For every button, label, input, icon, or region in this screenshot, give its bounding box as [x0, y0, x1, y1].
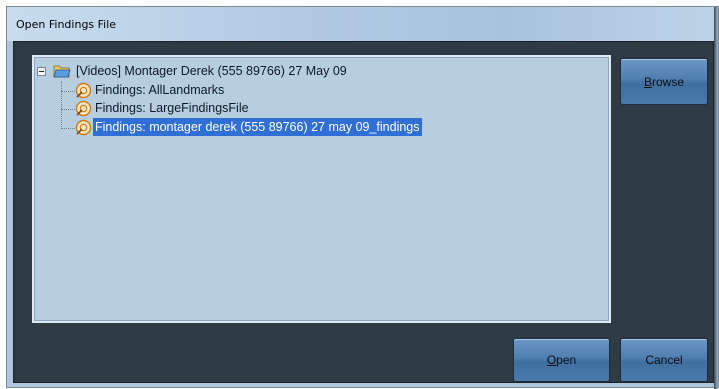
tree-connector	[61, 128, 75, 129]
collapse-toggle-icon[interactable]	[37, 67, 46, 76]
open-button[interactable]: Open	[513, 338, 610, 382]
tree-item-label: Findings: AllLandmarks	[95, 83, 225, 97]
findings-icon	[75, 119, 92, 136]
tree-connector	[61, 81, 62, 129]
tree-item-label: Findings: montager derek (555 89766) 27 …	[93, 118, 422, 136]
cancel-button[interactable]: Cancel	[620, 338, 708, 382]
tree-item[interactable]: Findings: LargeFindingsFile	[93, 99, 251, 117]
open-findings-dialog: Open Findings File [Videos] Montager Der…	[6, 6, 719, 389]
dialog-body: [Videos] Montager Derek (555 89766) 27 M…	[13, 41, 714, 383]
tree-root-label: [Videos] Montager Derek (555 89766) 27 M…	[76, 64, 347, 78]
tree-item-label: Findings: LargeFindingsFile	[95, 101, 249, 115]
tree-connector	[61, 109, 75, 110]
tree-item[interactable]: Findings: AllLandmarks	[93, 81, 226, 99]
tree-connector	[61, 91, 75, 92]
window-edge	[714, 7, 718, 389]
cancel-button-label: Cancel	[645, 353, 683, 367]
tree-item-selected[interactable]: Findings: montager derek (555 89766) 27 …	[93, 118, 422, 136]
dialog-title: Open Findings File	[16, 18, 117, 31]
browse-button[interactable]: Browse	[620, 58, 708, 105]
browse-button-label: Browse	[643, 74, 685, 89]
open-button-label: Open	[546, 353, 577, 367]
findings-tree[interactable]: [Videos] Montager Derek (555 89766) 27 M…	[32, 55, 611, 323]
tree-root-item[interactable]: [Videos] Montager Derek (555 89766) 27 M…	[74, 62, 349, 80]
findings-icon	[75, 100, 92, 117]
findings-icon	[75, 82, 92, 99]
title-bar[interactable]: Open Findings File	[7, 7, 718, 41]
open-folder-icon	[53, 65, 71, 78]
